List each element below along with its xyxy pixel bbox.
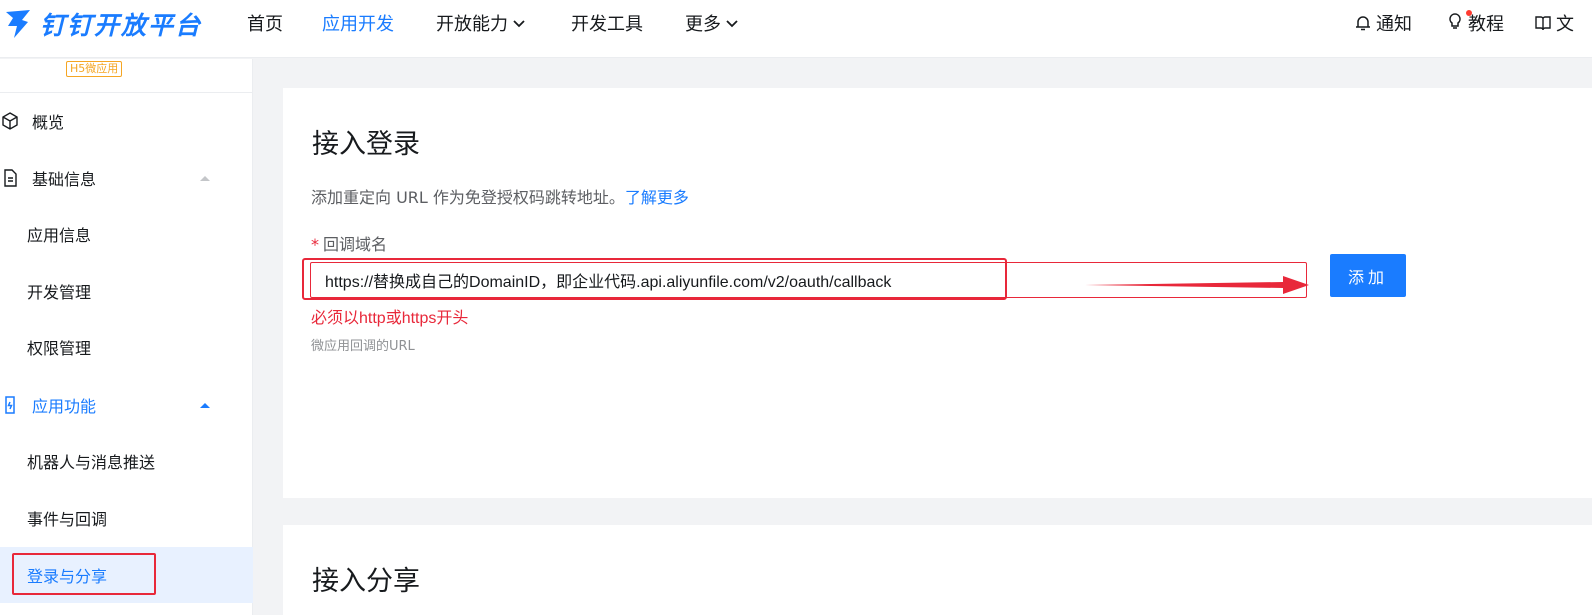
sidebar-item-label: 概览: [32, 113, 65, 132]
notification-dot: [1466, 9, 1472, 16]
sidebar-item-label: 基础信息: [32, 170, 97, 189]
tutorial-link[interactable]: 教程: [1446, 9, 1504, 36]
nav-home[interactable]: 首页: [247, 10, 283, 36]
sidebar-item-events-callbacks[interactable]: 事件与回调: [0, 498, 253, 538]
book-icon: [1535, 16, 1551, 31]
notifications-link[interactable]: 通知: [1354, 10, 1412, 36]
sidebar-item-dev-management[interactable]: 开发管理: [0, 271, 253, 311]
sidebar-item-label: 开发管理: [27, 283, 92, 302]
annotation-highlight-box: [12, 553, 156, 595]
sidebar-item-permission-management[interactable]: 权限管理: [0, 327, 253, 367]
annotation-highlight-box: [302, 258, 1007, 300]
add-button[interactable]: 添加: [1330, 254, 1406, 297]
validation-error: 必须以http或https开头: [311, 310, 469, 327]
nav-more[interactable]: 更多: [685, 10, 739, 36]
nav-dev-tools[interactable]: 开发工具: [571, 10, 643, 36]
docs-link[interactable]: 文: [1534, 10, 1574, 36]
caret-up-icon: [200, 403, 210, 408]
bell-icon: [1356, 16, 1370, 31]
sidebar-item-app-features[interactable]: 应用功能: [0, 385, 253, 425]
logo[interactable]: 钉钉开放平台: [4, 6, 202, 42]
sidebar-item-label: 事件与回调: [27, 510, 108, 529]
sidebar-item-app-info[interactable]: 应用信息: [0, 214, 253, 254]
sidebar-item-basic-info[interactable]: 基础信息: [0, 158, 253, 198]
sidebar-item-overview[interactable]: 概览: [0, 101, 253, 141]
sidebar-item-label: 机器人与消息推送: [27, 453, 156, 472]
section-title: 接入登录: [312, 129, 420, 160]
chevron-down-icon: [726, 20, 738, 28]
bulb-icon: [1449, 12, 1461, 29]
annotation-arrow: [1085, 276, 1309, 294]
sidebar-item-robot-messages[interactable]: 机器人与消息推送: [0, 441, 253, 481]
learn-more-link[interactable]: 了解更多: [625, 188, 689, 207]
sidebar-item-label: 权限管理: [27, 339, 92, 358]
sidebar: H5微应用 概览 基础信息 应用信息 开发管理 权限管理 应用功能 机器人与消息…: [0, 59, 253, 615]
cube-icon: [2, 112, 18, 130]
nav-app-dev[interactable]: 应用开发: [322, 10, 394, 36]
share-section: 接入分享: [283, 525, 1592, 615]
chevron-down-icon: [513, 20, 525, 28]
nav-open-capabilities[interactable]: 开放能力: [436, 10, 526, 36]
dingtalk-logo-icon: [6, 10, 30, 38]
section-title: 接入分享: [312, 566, 420, 597]
field-help-text: 微应用回调的URL: [311, 339, 415, 354]
phone-icon: [5, 396, 15, 414]
brand-name: 钉钉开放平台: [40, 11, 203, 40]
divider: [0, 92, 253, 93]
sidebar-item-label: 应用信息: [27, 226, 92, 245]
login-section: 接入登录 添加重定向 URL 作为免登授权码跳转地址。了解更多 *回调域名 必须…: [283, 88, 1592, 498]
caret-up-icon: [200, 176, 210, 181]
sidebar-item-label: 应用功能: [32, 397, 97, 416]
top-nav: 钉钉开放平台 首页 应用开发 开放能力 开发工具 更多 通知 教程 文: [0, 0, 1592, 58]
section-description: 添加重定向 URL 作为免登授权码跳转地址。了解更多: [311, 188, 689, 207]
app-type-badge: H5微应用: [66, 61, 123, 77]
doc-icon: [4, 169, 17, 187]
callback-domain-label: * 回调域名: [311, 235, 388, 254]
required-mark: *: [311, 235, 319, 254]
